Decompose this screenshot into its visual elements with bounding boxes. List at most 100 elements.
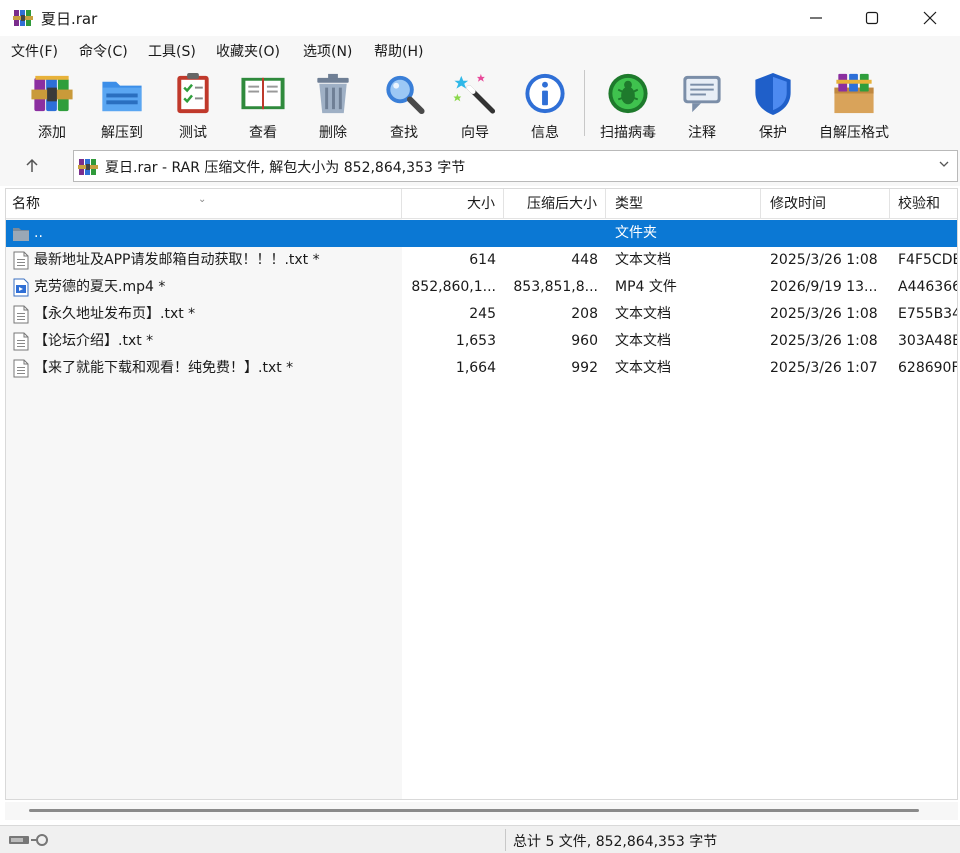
file-size: 1,664 [455,360,496,376]
file-packed-size: 208 [571,306,598,322]
up-folder-button[interactable] [20,154,44,178]
extract-to-label: 解压到 [101,125,143,141]
protect-button[interactable]: 保护 [738,70,808,142]
menu-file[interactable]: 文件(F) [11,41,58,61]
view-label: 查看 [249,125,277,141]
find-button[interactable]: 查找 [369,70,439,142]
archive-small-icon [78,159,98,175]
shield-icon [755,72,791,116]
file-modified: 2025/3/26 1:08 [770,252,878,268]
file-row[interactable]: 【论坛介绍】.txt * 1,653 960 文本文档 2025/3/26 1:… [6,328,957,355]
chevron-down-icon[interactable] [937,157,951,171]
menu-favorites[interactable]: 收藏夹(O) [216,41,280,61]
virus-scan-icon [608,73,648,114]
comment-button[interactable]: 注释 [667,70,737,142]
toolbar: 添加 解压到 测试 查看 删除 查找 向导 信息 扫描病毒 注释 保护 自解压格… [0,64,960,146]
delete-label: 删除 [319,125,347,141]
file-name: 【来了就能下载和观看！纯免费！】.txt * [34,360,294,376]
file-row[interactable]: 最新地址及APP请发邮箱自动获取！！！.txt * 614 448 文本文档 2… [6,247,957,274]
horizontal-scrollbar[interactable] [5,802,958,820]
file-row[interactable]: 【来了就能下载和观看！纯免费！】.txt * 1,664 992 文本文档 20… [6,355,958,382]
winrar-app-icon [13,10,33,26]
minimize-icon [810,17,822,19]
file-modified: 2025/3/26 1:07 [770,360,878,376]
test-clipboard-icon [177,72,209,114]
column-modified-header[interactable]: 修改时间 [761,189,890,219]
text-file-icon [13,359,29,378]
wizard-wand-icon [453,73,496,114]
column-packed-label: 压缩后大小 [527,196,597,212]
file-row-parent[interactable]: .. 文件夹 [6,220,957,247]
column-size-label: 大小 [467,196,495,212]
add-label: 添加 [38,125,66,141]
column-type-header[interactable]: 类型 [606,189,761,219]
file-packed-size: 853,851,8... [513,279,598,295]
file-type: 文本文档 [615,306,671,322]
column-packed-header[interactable]: 压缩后大小 [504,189,606,219]
title-bar: 夏日.rar [0,0,960,36]
column-crc-label: 校验和 [898,196,940,212]
column-header: 名称 ⌄ 大小 压缩后大小 类型 修改时间 校验和 [6,189,957,219]
add-button[interactable]: 添加 [17,70,87,142]
maximize-button[interactable] [844,0,900,36]
file-packed-size: 960 [571,333,598,349]
wizard-button[interactable]: 向导 [440,70,510,142]
sfx-button[interactable]: 自解压格式 [809,70,899,142]
status-bar: 总计 5 文件, 852,864,353 字节 [0,825,960,853]
sort-indicator-icon: ⌄ [198,194,207,205]
column-crc-header[interactable]: 校验和 [890,189,957,219]
menu-help[interactable]: 帮助(H) [374,41,423,61]
comment-label: 注释 [688,125,716,141]
column-name-header[interactable]: 名称 ⌄ [6,189,402,219]
minimize-button[interactable] [788,0,844,36]
file-type: 文本文档 [615,252,671,268]
text-file-icon [13,251,29,270]
text-file-icon [13,332,29,351]
extract-to-button[interactable]: 解压到 [87,70,157,142]
file-name: 【论坛介绍】.txt * [34,333,154,349]
sfx-box-icon [834,73,874,114]
test-label: 测试 [179,125,207,141]
file-name: 克劳德的夏天.mp4 * [34,279,166,295]
view-button[interactable]: 查看 [228,70,298,142]
column-modified-label: 修改时间 [770,196,826,212]
delete-button[interactable]: 删除 [298,70,368,142]
file-size: 852,860,1... [411,279,496,295]
address-bar: 夏日.rar - RAR 压缩文件, 解包大小为 852,864,353 字节 [0,146,960,186]
file-row[interactable]: 【永久地址发布页】.txt * 245 208 文本文档 2025/3/26 1… [6,301,958,328]
wizard-label: 向导 [461,125,489,141]
address-text: 夏日.rar - RAR 压缩文件, 解包大小为 852,864,353 字节 [105,160,466,176]
status-summary: 总计 5 文件, 852,864,353 字节 [513,834,718,850]
column-size-header[interactable]: 大小 [402,189,504,219]
file-size: 614 [469,252,496,268]
file-list[interactable]: 名称 ⌄ 大小 压缩后大小 类型 修改时间 校验和 .. 文件夹 最新地址及AP… [5,188,958,800]
info-icon [525,73,565,114]
sfx-label: 自解压格式 [819,125,889,141]
menu-bar: 文件(F) 命令(C) 工具(S) 收藏夹(O) 选项(N) 帮助(H) [0,36,960,64]
protect-label: 保护 [759,125,787,141]
test-button[interactable]: 测试 [158,70,228,142]
file-name: 最新地址及APP请发邮箱自动获取！！！.txt * [34,252,320,268]
virus-scan-button[interactable]: 扫描病毒 [593,70,663,142]
file-crc: 628690F [898,360,958,376]
file-packed-size: 992 [571,360,598,376]
scrollbar-thumb[interactable] [29,809,919,812]
column-type-label: 类型 [615,196,643,212]
address-field[interactable]: 夏日.rar - RAR 压缩文件, 解包大小为 852,864,353 字节 [73,150,958,182]
file-type: 文件夹 [615,225,657,241]
info-button[interactable]: 信息 [510,70,580,142]
file-crc: E755B34 [898,306,958,322]
menu-options[interactable]: 选项(N) [303,41,352,61]
file-name: .. [34,225,43,241]
menu-commands[interactable]: 命令(C) [79,41,128,61]
info-label: 信息 [531,125,559,141]
file-name: 【永久地址发布页】.txt * [34,306,196,322]
close-button[interactable] [902,0,958,36]
file-type: 文本文档 [615,360,671,376]
file-modified: 2026/9/19 13... [770,279,878,295]
menu-tools[interactable]: 工具(S) [148,41,196,61]
arrow-up-icon [26,158,38,172]
drive-key-icon[interactable] [8,832,54,848]
comment-icon [683,75,721,113]
file-row[interactable]: 克劳德的夏天.mp4 * 852,860,1... 853,851,8... M… [6,274,957,301]
